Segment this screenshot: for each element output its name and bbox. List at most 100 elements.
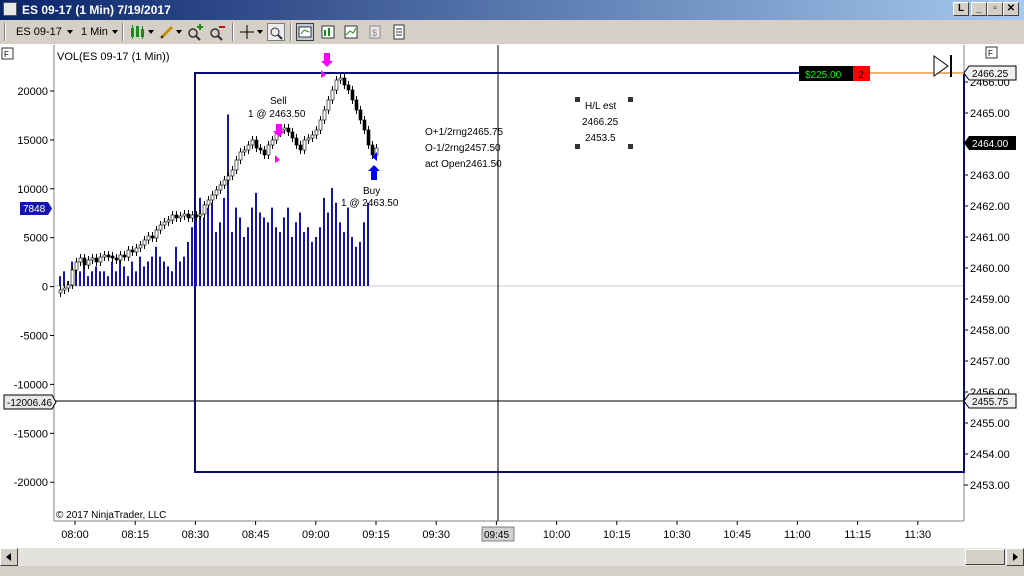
volume-marker: 7848 <box>23 204 46 215</box>
strategies-icon[interactable] <box>342 23 360 41</box>
price-tick-label: 2462.00 <box>970 201 1010 213</box>
chart-panel[interactable]: F F Sell 1 @ 2463.50 Buy 1 @ 2463.50 O+1… <box>0 44 1024 548</box>
volume-tick-label: -15000 <box>14 428 48 440</box>
drawing-dropdown-icon[interactable] <box>176 30 182 34</box>
candle-body <box>310 134 315 139</box>
instrument-dropdown-icon[interactable] <box>67 30 73 34</box>
volume-bar <box>203 217 205 286</box>
volume-bar <box>135 271 137 286</box>
candlestick-style-icon[interactable] <box>128 23 146 41</box>
data-box-icon[interactable] <box>267 23 285 41</box>
volume-bar <box>187 241 189 286</box>
time-tick-label: 11:00 <box>784 529 811 541</box>
candle-body <box>94 257 99 263</box>
candle-body <box>66 284 71 289</box>
crosshair-dropdown-icon[interactable] <box>257 30 263 34</box>
candle-body <box>210 194 215 201</box>
zoom-out-icon[interactable] <box>208 23 226 41</box>
scroll-thumb[interactable] <box>965 549 1005 565</box>
status-bar <box>0 566 1024 576</box>
selection-handle-tr[interactable] <box>628 97 633 102</box>
candle-body <box>266 144 271 156</box>
candle-body <box>322 109 327 121</box>
volume-bar <box>307 227 309 286</box>
volume-bar <box>79 271 81 286</box>
plot-background <box>54 45 964 521</box>
price-marker-top: 2466.25 <box>972 69 1009 80</box>
zoom-in-icon[interactable] <box>186 23 204 41</box>
volume-bar <box>339 222 341 286</box>
crosshair-icon[interactable] <box>238 23 256 41</box>
volume-bar <box>347 207 349 286</box>
selection-handle-br[interactable] <box>628 144 633 149</box>
candle-body <box>106 254 111 258</box>
time-tick-label: 09:00 <box>302 529 330 541</box>
price-tick-label: 2454.00 <box>970 449 1010 461</box>
volume-bar <box>351 237 353 286</box>
style-dropdown-icon[interactable] <box>148 30 154 34</box>
candle-body <box>138 244 143 249</box>
performance-icon[interactable]: $ <box>366 23 384 41</box>
candle-body <box>234 159 239 171</box>
candle-body <box>346 84 351 91</box>
volume-bar <box>163 261 165 286</box>
interval-dropdown-icon[interactable] <box>112 30 118 34</box>
scroll-right-button[interactable] <box>1006 548 1024 566</box>
volume-bar <box>247 227 249 286</box>
close-button[interactable]: ✕ <box>1003 2 1019 16</box>
candle-body <box>150 235 155 239</box>
volume-bar <box>111 261 113 286</box>
volume-bar <box>299 212 301 286</box>
candle-body <box>250 139 255 146</box>
candle-body <box>238 151 243 161</box>
price-tick-label: 2459.00 <box>970 294 1010 306</box>
candle-body <box>154 229 159 239</box>
selection-handle-tl[interactable] <box>575 97 580 102</box>
minimize-button[interactable]: _ <box>971 2 987 16</box>
volume-bar <box>103 271 105 286</box>
volume-bar <box>219 222 221 286</box>
candle-body <box>290 131 295 139</box>
candle-body <box>178 215 183 219</box>
candle-body <box>302 139 307 151</box>
time-tick-label: 09:30 <box>422 529 450 541</box>
selection-handle-bl[interactable] <box>575 144 580 149</box>
volume-bar <box>215 232 217 286</box>
chart-trader-icon[interactable] <box>296 23 314 41</box>
chart-canvas[interactable]: F F Sell 1 @ 2463.50 Buy 1 @ 2463.50 O+1… <box>0 44 1024 548</box>
interval-selector[interactable]: 1 Min <box>81 26 108 38</box>
candle-body <box>90 257 95 261</box>
volume-bar <box>303 232 305 286</box>
volume-bar <box>143 266 145 286</box>
drawing-pencil-icon[interactable] <box>158 23 176 41</box>
indicators-icon[interactable] <box>319 23 337 41</box>
candle-body <box>230 169 235 177</box>
link-button[interactable]: L <box>953 2 969 16</box>
volume-bar <box>311 241 313 286</box>
scroll-left-button[interactable] <box>0 548 18 566</box>
volume-bar <box>183 256 185 286</box>
properties-icon[interactable] <box>390 23 408 41</box>
candle-body <box>198 213 203 217</box>
candle-body <box>78 257 83 263</box>
volume-bar <box>63 271 65 286</box>
volume-bar <box>191 227 193 286</box>
volume-bar <box>267 222 269 286</box>
volume-bar <box>367 202 369 286</box>
volume-bar <box>335 202 337 286</box>
price-tick-label: 2465.00 <box>970 108 1010 120</box>
time-tick-label: 10:00 <box>543 529 571 541</box>
horizontal-scrollbar[interactable] <box>0 548 1024 566</box>
candle-body <box>126 249 131 258</box>
position-pnl: $225.00 <box>805 70 842 81</box>
candle-body <box>318 119 323 131</box>
panel-menu-right-icon: F <box>988 49 993 58</box>
candle-body <box>254 139 259 149</box>
candle-body <box>146 235 151 241</box>
volume-bar <box>91 271 93 286</box>
instrument-selector[interactable]: ES 09-17 <box>16 26 62 38</box>
time-tick-label: 11:15 <box>844 529 871 541</box>
maximize-button[interactable]: ▫ <box>987 2 1003 16</box>
chart-toolbar: ES 09-17 1 Min $ <box>0 20 1024 45</box>
volume-bar <box>167 266 169 286</box>
